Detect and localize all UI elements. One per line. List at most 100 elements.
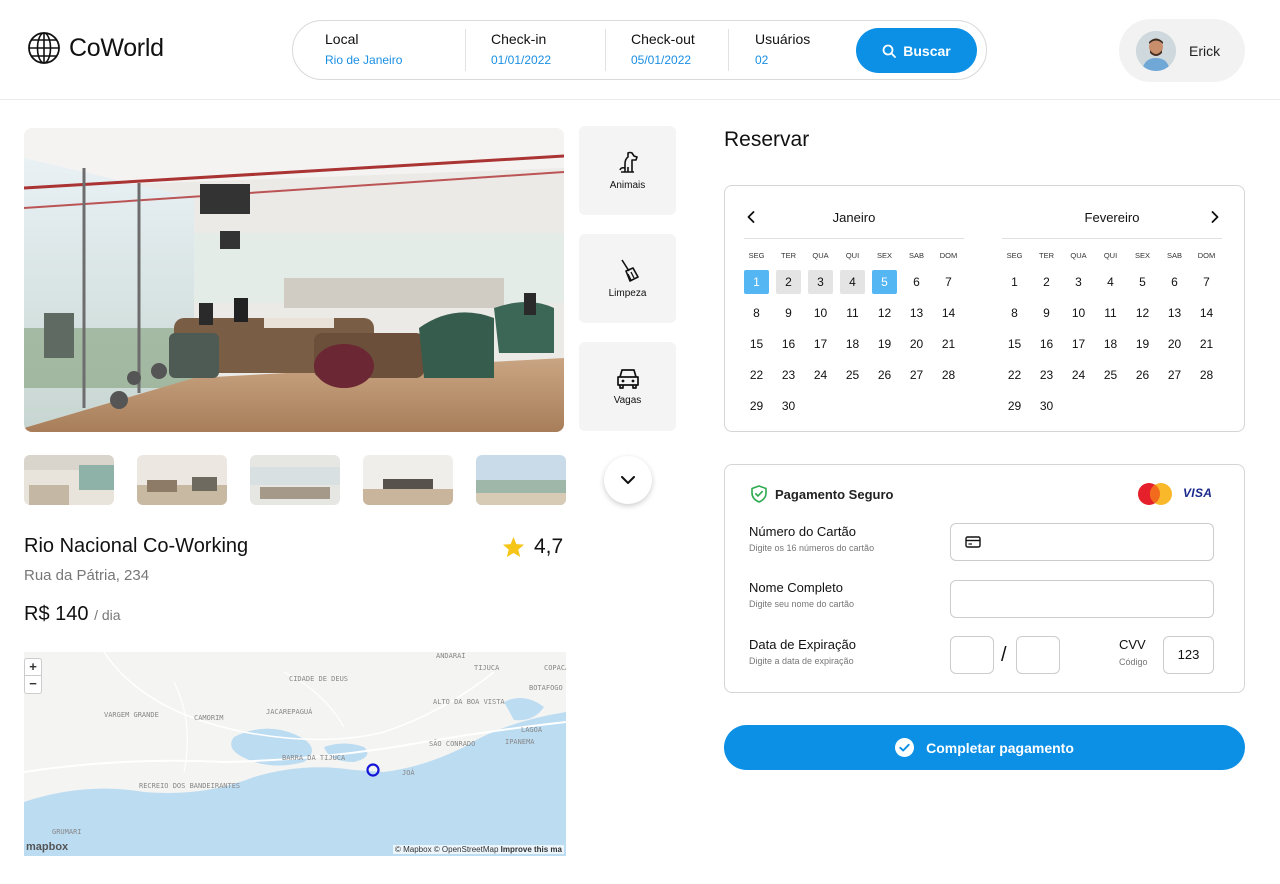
calendar-day[interactable]: 21 xyxy=(936,332,961,356)
calendar-day[interactable]: 13 xyxy=(1162,301,1187,325)
search-field-users[interactable]: Usuários 02 xyxy=(755,31,845,71)
calendar-day[interactable]: 26 xyxy=(872,363,897,387)
calendar-day[interactable]: 22 xyxy=(1002,363,1027,387)
calendar-day[interactable]: 19 xyxy=(872,332,897,356)
complete-payment-button[interactable]: Completar pagamento xyxy=(724,725,1245,770)
map-label: TIJUCA xyxy=(474,664,500,672)
calendar-day[interactable]: 12 xyxy=(1130,301,1155,325)
show-more-button[interactable] xyxy=(604,456,652,504)
calendar-day[interactable]: 29 xyxy=(744,394,769,418)
search-button[interactable]: Buscar xyxy=(856,28,977,73)
calendar-day[interactable]: 20 xyxy=(904,332,929,356)
zoom-in-button[interactable]: + xyxy=(25,659,41,676)
attribution-text[interactable]: © Mapbox © OpenStreetMap xyxy=(395,845,498,854)
calendar-day[interactable]: 14 xyxy=(936,301,961,325)
calendar-day[interactable]: 30 xyxy=(776,394,801,418)
calendar-day[interactable]: 24 xyxy=(808,363,833,387)
calendar-day[interactable]: 7 xyxy=(936,270,961,294)
amenity-parking[interactable]: Vagas xyxy=(579,342,676,431)
calendar-day[interactable]: 26 xyxy=(1130,363,1155,387)
calendar-day[interactable]: 17 xyxy=(1066,332,1091,356)
calendar-day[interactable]: 14 xyxy=(1194,301,1219,325)
thumbnail[interactable] xyxy=(476,455,566,505)
mapbox-logo[interactable]: mapbox xyxy=(26,841,68,853)
calendar-day[interactable]: 4 xyxy=(840,270,865,294)
zoom-out-button[interactable]: − xyxy=(25,676,41,693)
calendar-day[interactable]: 11 xyxy=(840,301,865,325)
calendar-day[interactable]: 11 xyxy=(1098,301,1123,325)
calendar-day[interactable]: 25 xyxy=(840,363,865,387)
calendar-day[interactable]: 22 xyxy=(744,363,769,387)
calendar-day[interactable]: 28 xyxy=(1194,363,1219,387)
thumbnail[interactable] xyxy=(137,455,227,505)
calendar-day[interactable]: 5 xyxy=(872,270,897,294)
calendar-day[interactable]: 3 xyxy=(1066,270,1091,294)
calendar-day[interactable]: 28 xyxy=(936,363,961,387)
calendar-day[interactable]: 6 xyxy=(1162,270,1187,294)
calendar-day[interactable]: 2 xyxy=(1034,270,1059,294)
calendar-day[interactable]: 23 xyxy=(776,363,801,387)
calendar-day[interactable]: 17 xyxy=(808,332,833,356)
top-header: CoWorld Local Rio de Janeiro Check-in 01… xyxy=(0,0,1280,100)
search-field-value: 01/01/2022 xyxy=(491,53,552,67)
calendar-day[interactable]: 19 xyxy=(1130,332,1155,356)
calendar-day[interactable]: 25 xyxy=(1098,363,1123,387)
calendar-day[interactable]: 10 xyxy=(808,301,833,325)
calendar-day[interactable]: 13 xyxy=(904,301,929,325)
calendar-day[interactable]: 5 xyxy=(1130,270,1155,294)
expiry-year-input[interactable] xyxy=(1016,636,1060,674)
calendar-day[interactable]: 4 xyxy=(1098,270,1123,294)
full-name-input[interactable] xyxy=(950,580,1214,618)
calendar-day[interactable]: 9 xyxy=(776,301,801,325)
improve-map-link[interactable]: Improve this ma xyxy=(501,845,562,854)
calendar-day[interactable]: 1 xyxy=(744,270,769,294)
calendar-day[interactable]: 27 xyxy=(1162,363,1187,387)
calendar-day[interactable]: 29 xyxy=(1002,394,1027,418)
calendar-day[interactable]: 16 xyxy=(1034,332,1059,356)
amenity-label: Limpeza xyxy=(608,288,647,299)
card-number-input[interactable] xyxy=(950,523,1214,561)
calendar-day[interactable]: 23 xyxy=(1034,363,1059,387)
thumbnail[interactable] xyxy=(250,455,340,505)
calendar-day[interactable]: 12 xyxy=(872,301,897,325)
calendar-day[interactable]: 16 xyxy=(776,332,801,356)
user-menu[interactable]: Erick xyxy=(1119,19,1245,82)
calendar-day[interactable]: 9 xyxy=(1034,301,1059,325)
calendar-day[interactable]: 27 xyxy=(904,363,929,387)
calendar-day[interactable]: 18 xyxy=(1098,332,1123,356)
divider xyxy=(744,238,964,239)
complete-payment-label: Completar pagamento xyxy=(926,739,1074,756)
calendar-day[interactable]: 15 xyxy=(1002,332,1027,356)
cvv-input[interactable]: 123 xyxy=(1163,636,1214,674)
calendar-day[interactable]: 30 xyxy=(1034,394,1059,418)
logo[interactable]: CoWorld xyxy=(27,31,164,65)
search-field-label: Check-in xyxy=(491,31,547,47)
search-field-location[interactable]: Local Rio de Janeiro xyxy=(325,31,475,71)
calendar-day[interactable]: 7 xyxy=(1194,270,1219,294)
expiry-month-input[interactable] xyxy=(950,636,994,674)
amenity-cleaning[interactable]: Limpeza xyxy=(579,234,676,323)
thumbnail[interactable] xyxy=(24,455,114,505)
location-map[interactable]: ANDARAÍ COPACABANA CIDADE DE DEUS JACARE… xyxy=(24,652,566,856)
calendar-day[interactable]: 8 xyxy=(1002,301,1027,325)
calendar-day[interactable]: 1 xyxy=(1002,270,1027,294)
weekday-label: SEX xyxy=(1134,251,1150,260)
calendar-day[interactable]: 15 xyxy=(744,332,769,356)
calendar-day[interactable]: 24 xyxy=(1066,363,1091,387)
payment-title: Pagamento Seguro xyxy=(775,487,894,502)
calendar-day[interactable]: 6 xyxy=(904,270,929,294)
full-name-hint: Digite seu nome do cartão xyxy=(749,599,855,609)
card-number-label: Número do Cartão xyxy=(749,524,856,539)
search-field-checkout[interactable]: Check-out 05/01/2022 xyxy=(631,31,731,71)
calendar-day[interactable]: 10 xyxy=(1066,301,1091,325)
search-field-checkin[interactable]: Check-in 01/01/2022 xyxy=(491,31,601,71)
calendar-day[interactable]: 2 xyxy=(776,270,801,294)
thumbnail[interactable] xyxy=(363,455,453,505)
calendar-day[interactable]: 18 xyxy=(840,332,865,356)
main-photo[interactable] xyxy=(24,128,564,432)
calendar-day[interactable]: 8 xyxy=(744,301,769,325)
calendar-day[interactable]: 20 xyxy=(1162,332,1187,356)
calendar-day[interactable]: 21 xyxy=(1194,332,1219,356)
calendar-day[interactable]: 3 xyxy=(808,270,833,294)
amenity-animals[interactable]: Animais xyxy=(579,126,676,215)
